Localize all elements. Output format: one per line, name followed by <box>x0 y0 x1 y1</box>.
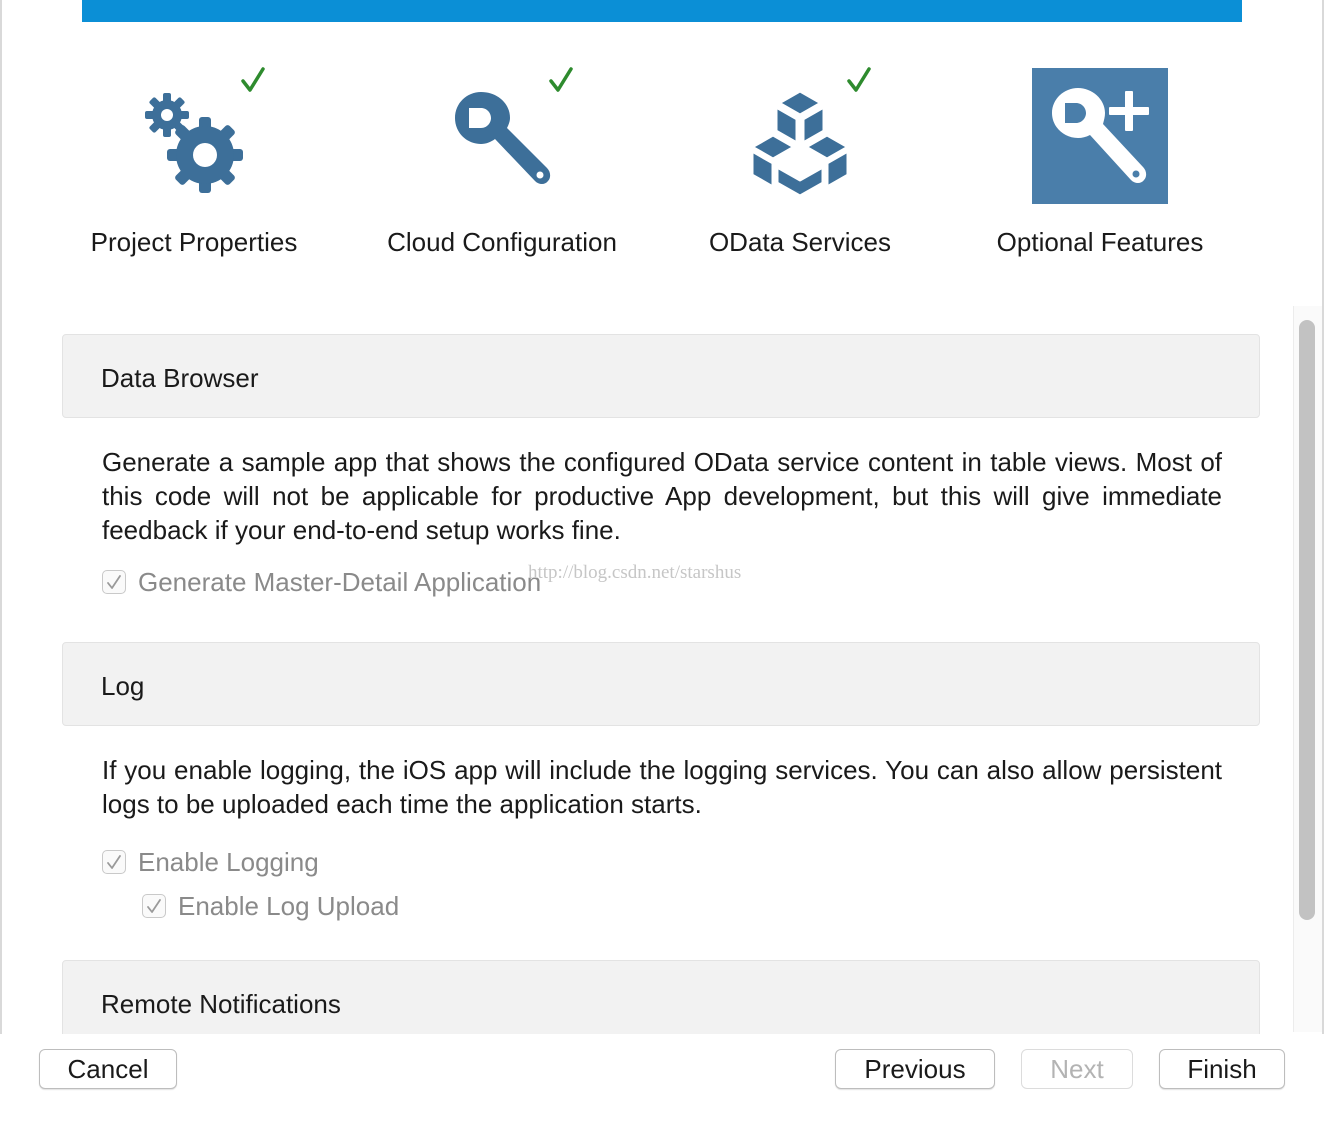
cancel-button[interactable]: Cancel <box>39 1049 177 1089</box>
wizard-progress-bar <box>82 0 1242 22</box>
cubes-icon <box>750 89 850 198</box>
generate-master-detail-checkbox[interactable] <box>102 570 126 594</box>
log-section-header: Log <box>62 642 1260 726</box>
wrench-plus-icon <box>1032 68 1168 204</box>
step-label: OData Services <box>708 227 892 257</box>
wizard-step-optional-features[interactable]: Optional Features <box>950 60 1250 270</box>
enable-log-upload-label: Enable Log Upload <box>178 890 400 921</box>
section-title: Data Browser <box>101 363 259 393</box>
step-completed-check-icon <box>847 67 871 92</box>
gears-icon <box>145 93 243 193</box>
finish-button[interactable]: Finish <box>1159 1049 1285 1089</box>
checkmark-icon <box>107 575 121 589</box>
wizard-step-project-properties[interactable]: Project Properties <box>44 60 344 270</box>
log-description: If you enable logging, the iOS app will … <box>102 755 1222 819</box>
features-scroll-area[interactable]: Data Browser Generate a sample app that … <box>0 300 1324 1034</box>
section-title: Remote Notifications <box>101 989 341 1019</box>
watermark-text: http://blog.csdn.net/starshus <box>528 562 742 583</box>
section-title: Log <box>101 671 145 701</box>
remote-notifications-section-header: Remote Notifications <box>62 960 1260 1034</box>
checkmark-icon <box>107 855 121 869</box>
wizard-step-cloud-configuration[interactable]: Cloud Configuration <box>352 60 652 270</box>
enable-logging-checkbox[interactable] <box>102 850 126 874</box>
step-label: Optional Features <box>996 227 1204 257</box>
wrench-icon <box>455 92 551 184</box>
data-browser-description: Generate a sample app that shows the con… <box>102 447 1222 545</box>
generate-master-detail-label: Generate Master-Detail Application <box>138 566 542 597</box>
step-label: Cloud Configuration <box>387 227 617 257</box>
step-completed-check-icon <box>549 67 573 92</box>
data-browser-section-header: Data Browser <box>62 334 1260 418</box>
enable-log-upload-option[interactable]: Enable Log Upload <box>142 890 399 922</box>
enable-log-upload-checkbox[interactable] <box>142 894 166 918</box>
step-completed-check-icon <box>241 67 265 92</box>
checkmark-icon <box>147 899 161 913</box>
enable-logging-label: Enable Logging <box>138 846 319 877</box>
wizard-footer: Cancel Previous Next Finish <box>0 1034 1324 1122</box>
vertical-scrollbar-thumb[interactable] <box>1299 320 1315 920</box>
generate-master-detail-option[interactable]: Generate Master-Detail Application <box>102 566 541 598</box>
enable-logging-option[interactable]: Enable Logging <box>102 846 319 878</box>
step-label: Project Properties <box>90 227 298 257</box>
wizard-step-odata-services[interactable]: OData Services <box>650 60 950 270</box>
previous-button[interactable]: Previous <box>835 1049 995 1089</box>
next-button[interactable]: Next <box>1021 1049 1133 1089</box>
